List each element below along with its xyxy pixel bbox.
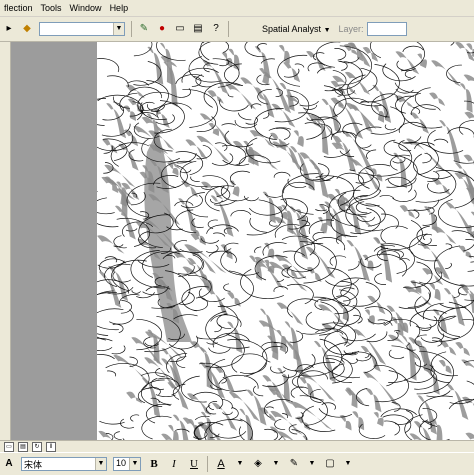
menu-help[interactable]: Help (106, 0, 133, 16)
add-data-button[interactable]: ◆ (20, 22, 34, 36)
map-display[interactable] (97, 42, 474, 440)
bold-button[interactable]: B (146, 456, 162, 472)
font-combo[interactable]: 宋体 ▼ (21, 457, 107, 471)
refresh-icon[interactable]: ↻ (32, 442, 42, 452)
menu-bar: flection Tools Window Help (0, 0, 474, 17)
dock-strip (0, 42, 11, 440)
chevron-down-icon: ▼ (324, 27, 331, 34)
editor-icon[interactable]: ✎ (137, 22, 151, 36)
font-color-button[interactable]: A (213, 456, 229, 472)
layout-view-icon[interactable]: ▤ (18, 442, 28, 452)
toolbar-separator (131, 21, 132, 37)
chevron-down-icon[interactable]: ▼ (95, 458, 106, 470)
layer-combo[interactable] (367, 22, 407, 36)
spatial-analyst-menu[interactable]: Spatial Analyst ▼ (262, 24, 331, 34)
contour-map (97, 42, 474, 440)
toolbar-separator (207, 456, 208, 472)
marker-color-icon[interactable]: ▢ (323, 457, 337, 471)
italic-button[interactable]: I (166, 456, 182, 472)
toolbar: ▸ ◆ ▼ ✎ ● ▭ ▤ ? Spatial Analyst ▼ Layer: (0, 17, 474, 42)
arctoolbox-icon[interactable]: ● (155, 22, 169, 36)
scale-combo[interactable]: ▼ (39, 22, 125, 36)
chevron-down-icon[interactable]: ▼ (341, 457, 355, 471)
help-cursor-icon[interactable]: ? (209, 22, 223, 36)
drawing-toolbar: A 宋体 ▼ 10 ▼ B I U A ▼ ◈ ▼ ✎ ▼ ▢ ▼ (0, 452, 474, 475)
line-color-icon[interactable]: ✎ (287, 457, 301, 471)
chevron-down-icon[interactable]: ▼ (129, 458, 140, 470)
pause-icon[interactable]: ‖ (46, 442, 56, 452)
chevron-down-icon[interactable]: ▼ (269, 457, 283, 471)
chevron-down-icon[interactable]: ▼ (233, 457, 247, 471)
fill-color-icon[interactable]: ◈ (251, 457, 265, 471)
menu-selection[interactable]: flection (0, 0, 37, 16)
font-size-combo[interactable]: 10 ▼ (113, 457, 141, 471)
layer-label: Layer: (339, 24, 364, 34)
model-builder-icon[interactable]: ▤ (191, 22, 205, 36)
menu-tools[interactable]: Tools (37, 0, 66, 16)
menu-window[interactable]: Window (66, 0, 106, 16)
underline-button[interactable]: U (186, 456, 202, 472)
toolbar-separator (228, 21, 229, 37)
command-line-icon[interactable]: ▭ (173, 22, 187, 36)
add-data-icon[interactable]: ▸ (2, 22, 16, 36)
chevron-down-icon[interactable]: ▼ (305, 457, 319, 471)
chevron-down-icon[interactable]: ▼ (113, 23, 124, 35)
table-of-contents-panel (11, 42, 97, 440)
data-view-icon[interactable]: ▭ (4, 442, 14, 452)
text-tool-icon[interactable]: A (2, 457, 16, 471)
